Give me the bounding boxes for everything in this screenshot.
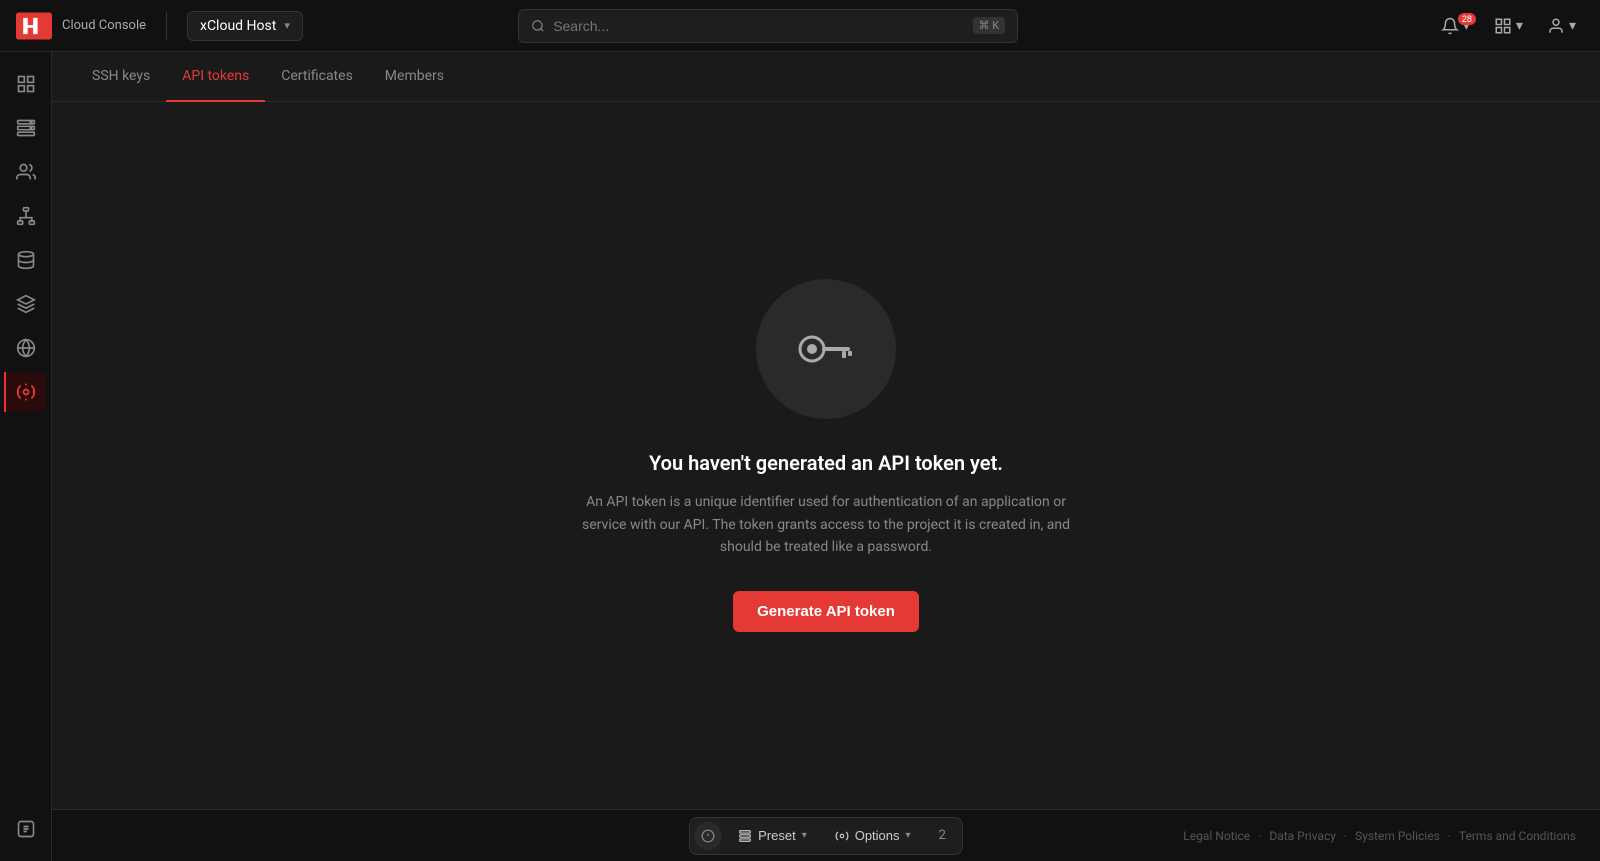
apps-chevron: ▾ bbox=[1516, 17, 1523, 34]
search-shortcut: ⌘ K bbox=[973, 17, 1006, 34]
project-selector[interactable]: xCloud Host ▾ bbox=[187, 11, 303, 41]
footer-link-terms[interactable]: Terms and Conditions bbox=[1459, 829, 1576, 843]
user-chevron: ▾ bbox=[1569, 17, 1576, 34]
topbar: Cloud Console xCloud Host ▾ ⌘ K 28 ▾ ▾ bbox=[0, 0, 1600, 52]
preset-icon bbox=[738, 829, 752, 843]
preset-label: Preset bbox=[758, 828, 796, 843]
user-button[interactable]: ▾ bbox=[1539, 11, 1584, 41]
ip-icon bbox=[16, 338, 36, 358]
tab-api-tokens[interactable]: API tokens bbox=[166, 52, 265, 102]
search-input[interactable] bbox=[553, 18, 964, 34]
network-icon bbox=[16, 206, 36, 226]
options-label: Options bbox=[855, 828, 900, 843]
preset-chevron-icon: ▾ bbox=[802, 830, 807, 841]
topbar-actions: 28 ▾ ▾ ▾ bbox=[1433, 11, 1584, 41]
sidebar-item-dashboard[interactable] bbox=[6, 64, 46, 104]
bottom-count: 2 bbox=[927, 822, 958, 849]
empty-state-title: You haven't generated an API token yet. bbox=[649, 451, 1003, 475]
tab-members[interactable]: Members bbox=[369, 52, 460, 102]
bottom-circle-button[interactable] bbox=[694, 822, 722, 850]
tab-ssh-keys[interactable]: SSH keys bbox=[76, 52, 166, 102]
search-bar[interactable]: ⌘ K bbox=[518, 9, 1018, 43]
footer-sep-3: · bbox=[1448, 829, 1451, 843]
footer-sep-2: · bbox=[1344, 829, 1347, 843]
user-icon bbox=[1547, 17, 1565, 35]
tabs: SSH keys API tokens Certificates Members bbox=[52, 52, 1600, 102]
sidebar-item-firewalls[interactable] bbox=[6, 284, 46, 324]
footer-sep-1: · bbox=[1258, 829, 1261, 843]
help-icon bbox=[16, 819, 36, 839]
search-icon bbox=[531, 19, 545, 33]
sidebar-item-security[interactable] bbox=[4, 372, 46, 412]
sidebar-item-help[interactable] bbox=[6, 809, 46, 849]
project-name: xCloud Host bbox=[200, 18, 276, 34]
grid-icon bbox=[16, 74, 36, 94]
firewall-icon bbox=[16, 294, 36, 314]
footer-link-system[interactable]: System Policies bbox=[1355, 829, 1440, 843]
options-chevron-icon: ▾ bbox=[906, 830, 911, 841]
apps-button[interactable]: ▾ bbox=[1486, 11, 1531, 41]
options-icon bbox=[835, 829, 849, 843]
notification-count: 28 bbox=[1458, 13, 1476, 25]
bottom-bar: Preset ▾ Options ▾ 2 Legal Notice · Data… bbox=[52, 809, 1600, 861]
empty-state-description: An API token is a unique identifier used… bbox=[566, 491, 1086, 558]
sidebar-item-servers[interactable] bbox=[6, 108, 46, 148]
topbar-separator bbox=[166, 12, 167, 40]
footer-links: Legal Notice · Data Privacy · System Pol… bbox=[1183, 829, 1576, 843]
settings-icon bbox=[16, 382, 36, 402]
apps-icon bbox=[1494, 17, 1512, 35]
circle-icon bbox=[701, 829, 715, 843]
footer-link-legal[interactable]: Legal Notice bbox=[1183, 829, 1250, 843]
tab-certificates[interactable]: Certificates bbox=[265, 52, 369, 102]
content-area: SSH keys API tokens Certificates Members… bbox=[52, 52, 1600, 861]
main-content: You haven't generated an API token yet. … bbox=[52, 102, 1600, 809]
cylinder-icon bbox=[16, 250, 36, 270]
sidebar bbox=[0, 52, 52, 861]
app-subtitle: Cloud Console bbox=[62, 18, 146, 33]
sidebar-item-volumes[interactable] bbox=[6, 240, 46, 280]
preset-button[interactable]: Preset ▾ bbox=[726, 822, 819, 849]
sidebar-item-load-balancers[interactable] bbox=[6, 152, 46, 192]
bottom-controls: Preset ▾ Options ▾ 2 bbox=[689, 817, 963, 855]
key-icon bbox=[796, 329, 856, 369]
server-icon bbox=[16, 118, 36, 138]
options-button[interactable]: Options ▾ bbox=[823, 822, 923, 849]
project-chevron-icon: ▾ bbox=[284, 19, 290, 32]
bell-icon bbox=[1441, 17, 1459, 35]
users-icon bbox=[16, 162, 36, 182]
hetzner-logo bbox=[16, 12, 52, 40]
sidebar-item-floating-ips[interactable] bbox=[6, 328, 46, 368]
main-layout: SSH keys API tokens Certificates Members… bbox=[0, 52, 1600, 861]
notifications-button[interactable]: 28 ▾ bbox=[1433, 11, 1478, 41]
key-icon-circle bbox=[756, 279, 896, 419]
logo: Cloud Console bbox=[16, 12, 146, 40]
generate-api-token-button[interactable]: Generate API token bbox=[733, 591, 919, 632]
sidebar-item-networks[interactable] bbox=[6, 196, 46, 236]
footer-link-privacy[interactable]: Data Privacy bbox=[1269, 829, 1336, 843]
